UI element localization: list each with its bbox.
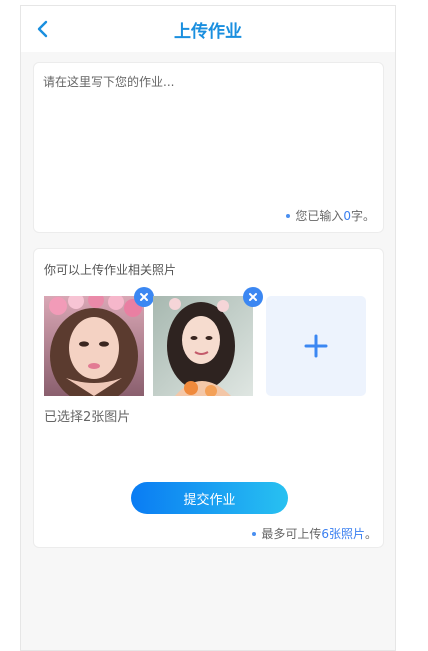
homework-text-input[interactable] xyxy=(43,73,373,193)
app-screen: 上传作业 您已输入0字。 你可以上传作业相关照片 xyxy=(20,5,396,651)
limit-suffix: 。 xyxy=(364,527,377,541)
portrait-photo-2 xyxy=(153,296,253,396)
photo-upload-card: 你可以上传作业相关照片 已选择2张图片 提交作业 最多可上传6张照片。 xyxy=(33,248,384,548)
char-count-prefix: 您已输入 xyxy=(295,209,344,223)
photo-section-label: 你可以上传作业相关照片 xyxy=(44,263,177,277)
page-title: 上传作业 xyxy=(174,22,242,42)
close-icon xyxy=(140,293,148,301)
close-icon xyxy=(249,293,257,301)
limit-value: 6张照片 xyxy=(321,527,365,541)
char-count-value: 0 xyxy=(343,209,351,223)
top-bar: 上传作业 xyxy=(21,6,395,52)
upload-limit-note: 最多可上传6张照片。 xyxy=(252,525,377,542)
bullet-dot xyxy=(286,213,291,218)
delete-photo-button[interactable] xyxy=(243,287,263,307)
submit-homework-button[interactable]: 提交作业 xyxy=(131,482,288,514)
char-count-suffix: 字。 xyxy=(350,209,375,223)
plus-icon xyxy=(304,334,328,358)
photo-thumbnail[interactable] xyxy=(153,287,263,396)
photo-thumbnail[interactable] xyxy=(44,287,154,396)
portrait-photo-1 xyxy=(44,296,144,396)
homework-text-card: 您已输入0字。 xyxy=(33,62,384,233)
limit-prefix: 最多可上传 xyxy=(261,527,322,541)
selected-count-text: 已选择2张图片 xyxy=(44,410,131,425)
delete-photo-button[interactable] xyxy=(134,287,154,307)
char-count: 您已输入0字。 xyxy=(286,207,375,224)
bullet-dot xyxy=(252,531,257,536)
add-photo-button[interactable] xyxy=(266,296,366,396)
